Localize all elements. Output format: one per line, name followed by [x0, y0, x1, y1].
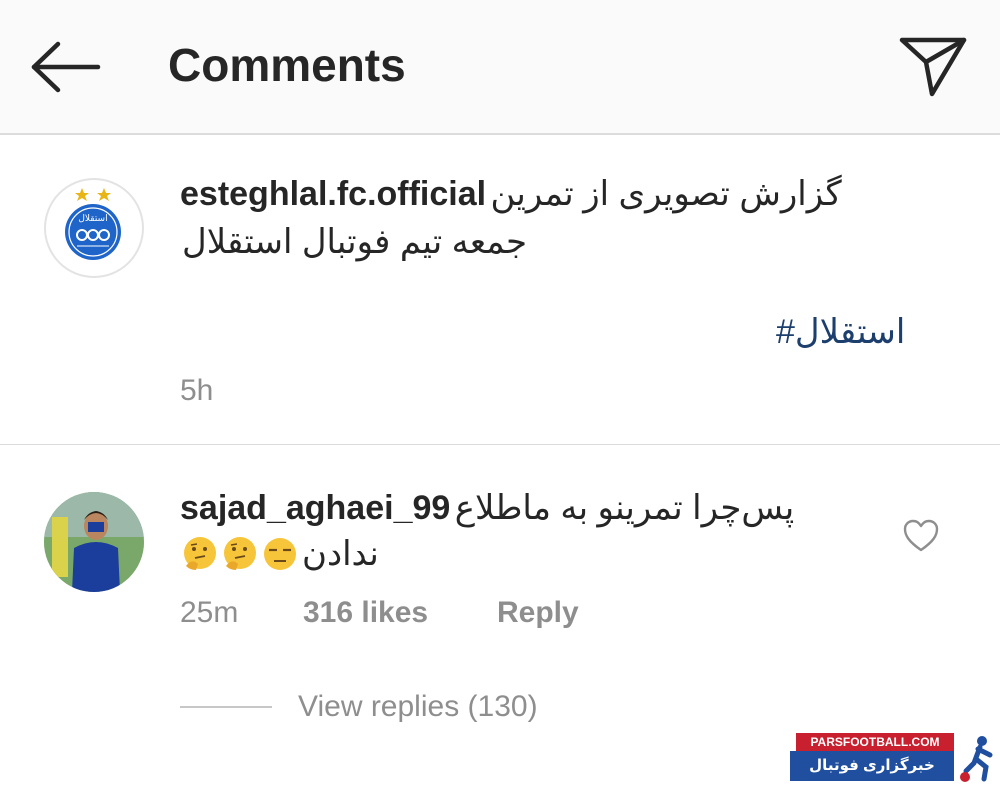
view-replies-button[interactable]: View replies (130)	[298, 690, 538, 724]
comment-likes[interactable]: 316 likes	[303, 596, 428, 630]
view-replies-line	[180, 706, 272, 708]
caption-text-2: جمعه تیم فوتبال استقلال	[182, 223, 527, 261]
avatar-esteghlal[interactable]: استقلال	[44, 178, 144, 278]
player-photo	[44, 492, 144, 592]
watermark-tagline: خبرگزاری فوتبال ایران	[790, 751, 954, 804]
avatar-sajad[interactable]	[44, 492, 144, 592]
caption-time: 5h	[180, 374, 214, 407]
page-title: Comments	[168, 39, 406, 91]
hashtag-link[interactable]: #استقلال	[776, 312, 905, 352]
watermark-site: PARSFOOTBALL.COM	[796, 733, 954, 751]
heart-icon	[903, 519, 939, 552]
football-player-logo	[956, 733, 1000, 785]
arrow-left-icon	[31, 41, 101, 93]
share-button[interactable]	[898, 34, 968, 98]
divider	[0, 444, 1000, 445]
caption-line-1: esteghlal.fc.official گزارش تصویری از تم…	[180, 174, 842, 214]
comment-text-2: ندادن	[302, 535, 379, 573]
unamused-face-icon	[264, 538, 296, 570]
reply-button[interactable]: Reply	[497, 596, 579, 630]
comment-text-1: پس‌چرا تمرینو به ماطلاع	[454, 489, 795, 527]
watermark: PARSFOOTBALL.COM خبرگزاری فوتبال ایران	[790, 733, 1000, 804]
back-button[interactable]	[30, 40, 102, 94]
comment-username[interactable]: sajad_aghaei_99	[180, 489, 450, 527]
like-button[interactable]	[902, 518, 940, 554]
logo-text: استقلال	[78, 214, 107, 224]
comment-line-1: sajad_aghaei_99 پس‌چرا تمرینو به ماطلاع	[180, 488, 794, 528]
caption-username[interactable]: esteghlal.fc.official	[180, 175, 486, 213]
thinking-face-icon	[224, 537, 256, 570]
esteghlal-logo: استقلال	[65, 188, 121, 260]
top-bar: Comments	[0, 0, 1000, 135]
paper-plane-icon	[899, 37, 967, 97]
thinking-face-icon	[184, 537, 216, 570]
comment-line-2: ندادن	[182, 534, 379, 574]
caption-text-1: گزارش تصویری از تمرین	[490, 175, 842, 213]
comment-time: 25m	[180, 596, 239, 629]
